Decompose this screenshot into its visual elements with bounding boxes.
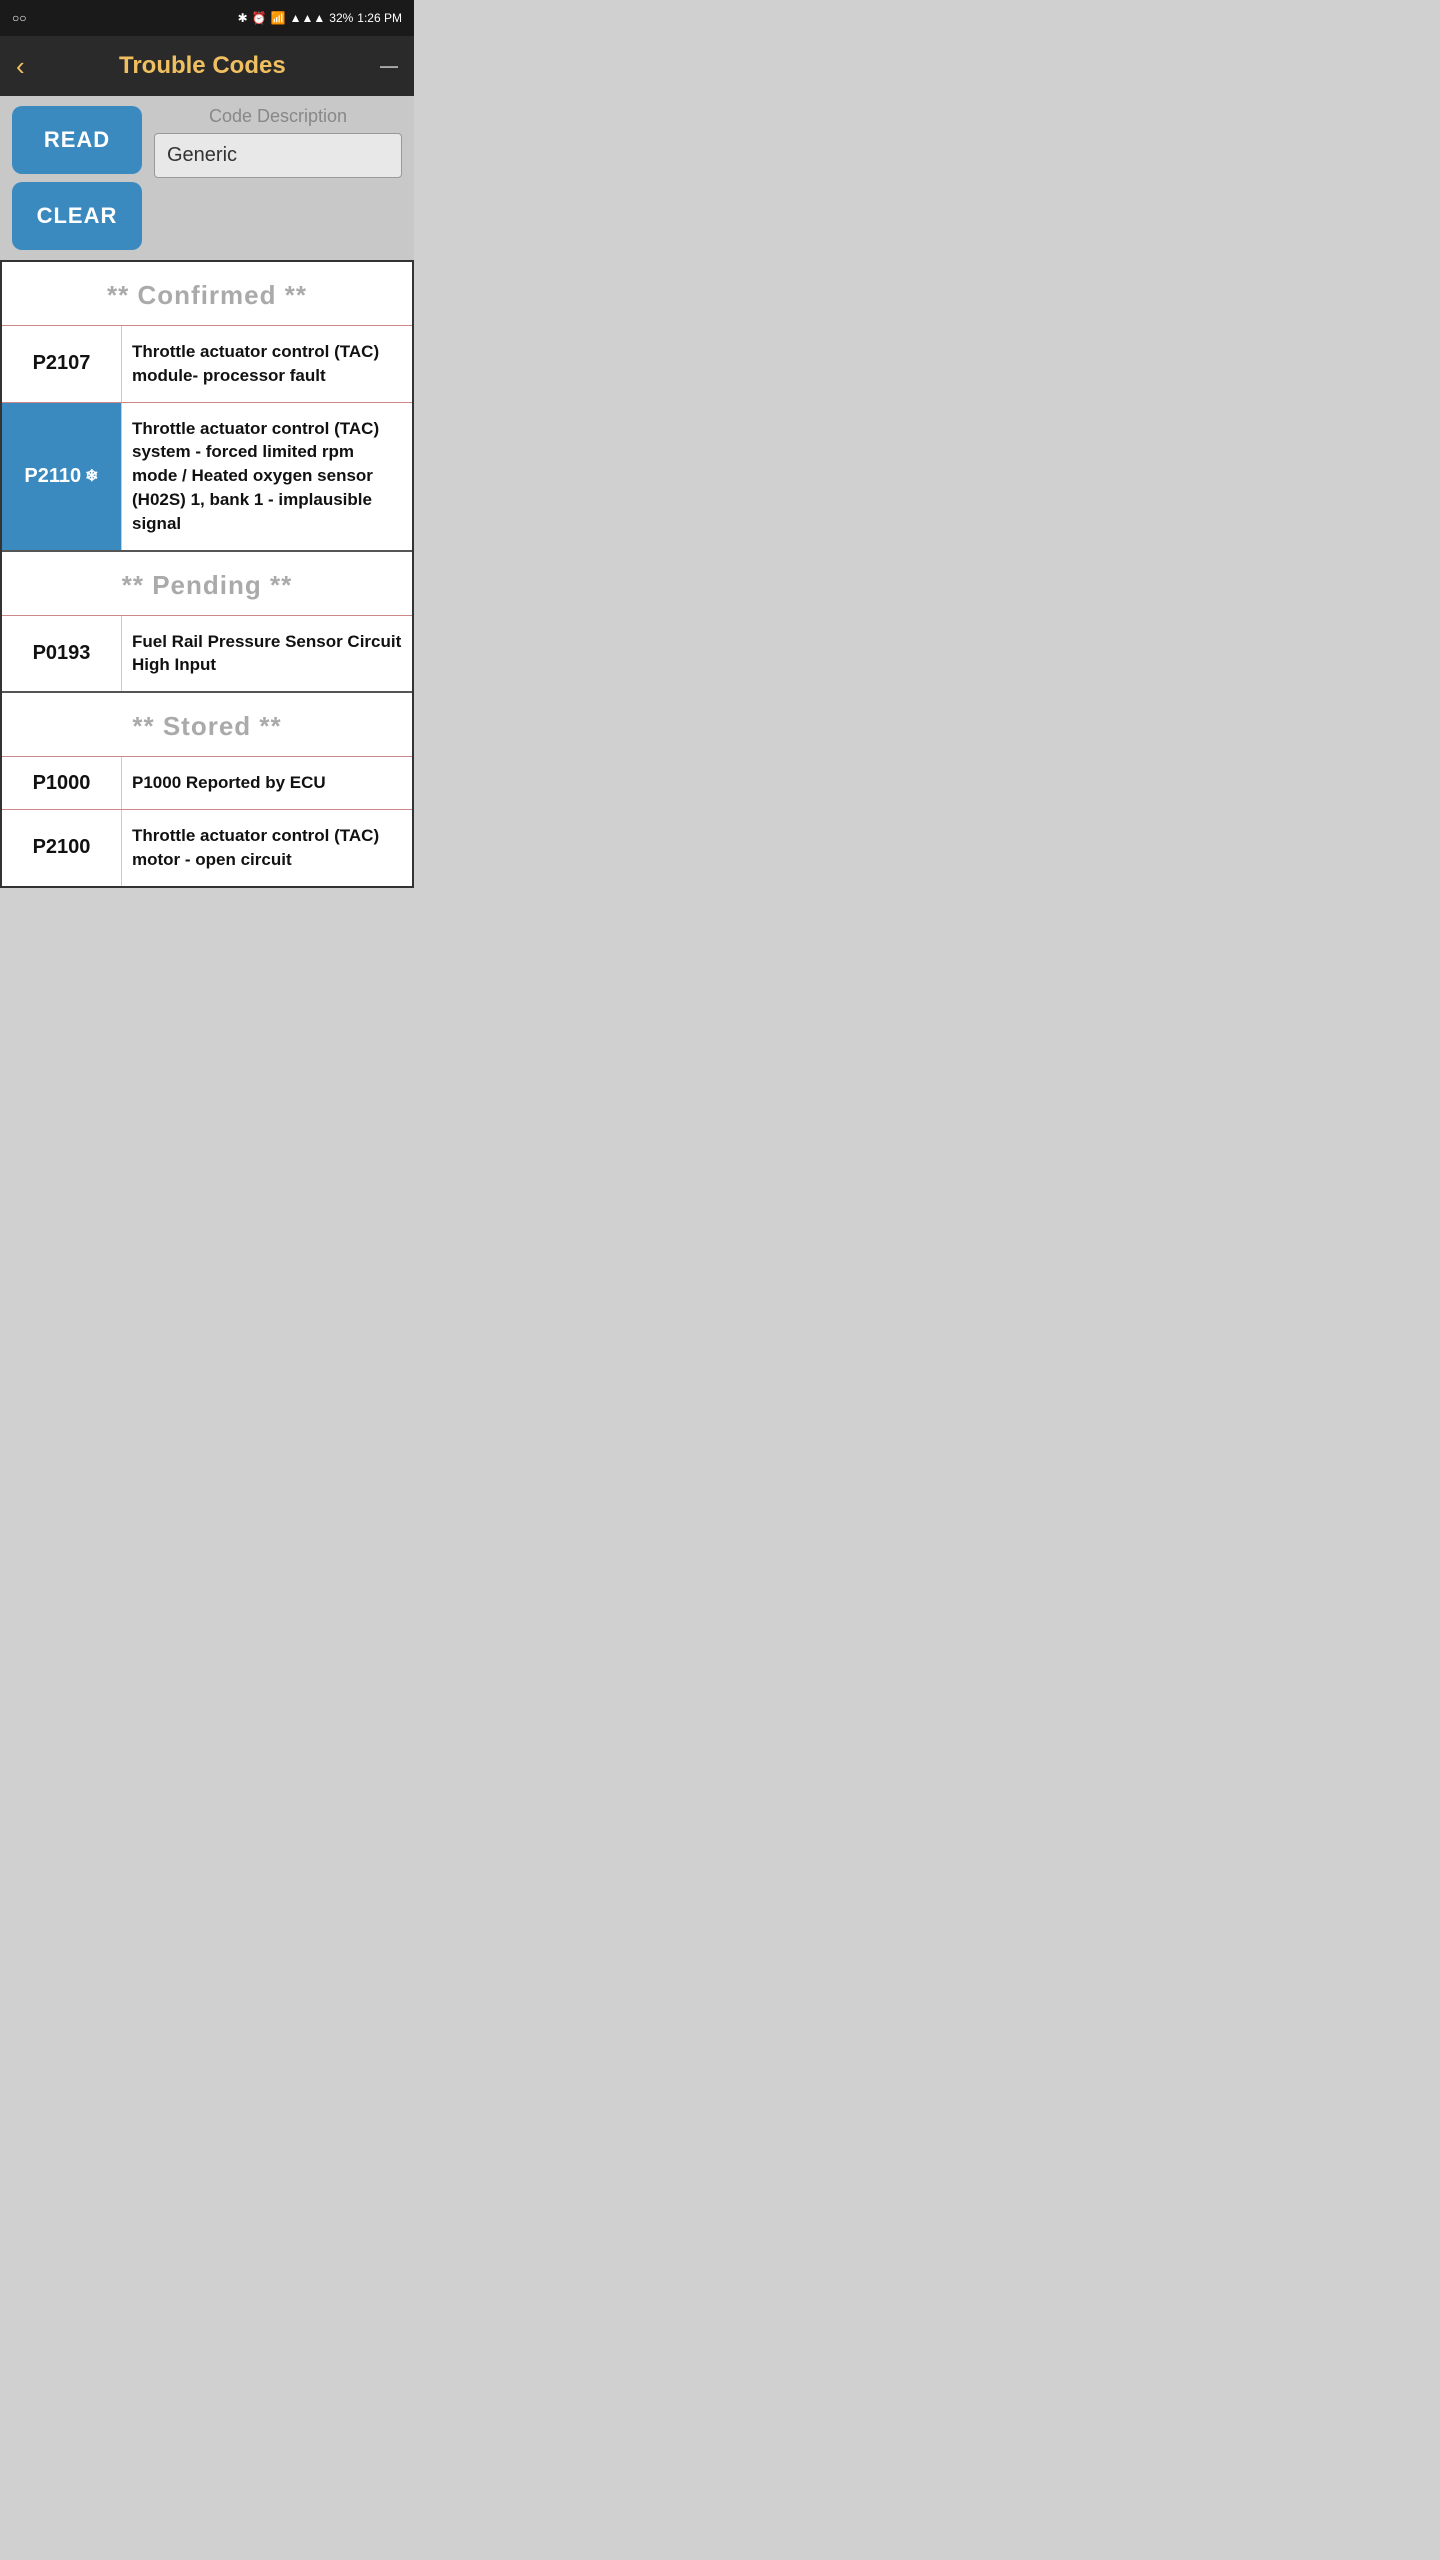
- table-row: P2110 ❄ Throttle actuator control (TAC) …: [2, 402, 412, 550]
- code-cell-p2107[interactable]: P2107: [2, 326, 122, 402]
- menu-button[interactable]: —: [380, 56, 398, 77]
- battery-level: 32%: [329, 11, 353, 25]
- code-description-label: Code Description: [154, 106, 402, 127]
- controls-area: READ CLEAR Code Description: [0, 96, 414, 260]
- trouble-codes-table: ** Confirmed ** P2107 Throttle actuator …: [0, 260, 414, 888]
- read-button[interactable]: READ: [12, 106, 142, 174]
- desc-cell-p2110: Throttle actuator control (TAC) system -…: [122, 403, 412, 550]
- code-cell-p2110[interactable]: P2110 ❄: [2, 403, 122, 550]
- bluetooth-icon: ✱: [238, 11, 248, 25]
- clock: 1:26 PM: [357, 11, 402, 25]
- confirmed-section-header: ** Confirmed **: [2, 262, 412, 325]
- status-right: ✱ ⏰ 📶 ▲▲▲ 32% 1:26 PM: [238, 11, 402, 25]
- desc-cell-p0193: Fuel Rail Pressure Sensor Circuit High I…: [122, 616, 412, 692]
- app-header: ‹ Trouble Codes —: [0, 36, 414, 96]
- clear-button[interactable]: CLEAR: [12, 182, 142, 250]
- table-row: P2107 Throttle actuator control (TAC) mo…: [2, 325, 412, 402]
- pending-section-header: ** Pending **: [2, 550, 412, 615]
- code-description-area: Code Description: [154, 106, 402, 178]
- table-row: P0193 Fuel Rail Pressure Sensor Circuit …: [2, 615, 412, 692]
- table-row: P2100 Throttle actuator control (TAC) mo…: [2, 809, 412, 886]
- back-button[interactable]: ‹: [16, 53, 25, 79]
- table-row: P1000 P1000 Reported by ECU: [2, 756, 412, 809]
- desc-cell-p1000: P1000 Reported by ECU: [122, 757, 412, 809]
- code-cell-p1000[interactable]: P1000: [2, 757, 122, 809]
- code-cell-p0193[interactable]: P0193: [2, 616, 122, 692]
- stored-section-header: ** Stored **: [2, 691, 412, 756]
- code-cell-p2100[interactable]: P2100: [2, 810, 122, 886]
- status-left: ○○: [12, 11, 27, 25]
- snowflake-icon: ❄: [85, 466, 98, 486]
- action-buttons: READ CLEAR: [12, 106, 142, 250]
- signal-icon: ▲▲▲: [290, 11, 326, 25]
- code-description-input[interactable]: [154, 133, 402, 178]
- page-title: Trouble Codes: [25, 52, 380, 80]
- desc-cell-p2100: Throttle actuator control (TAC) motor - …: [122, 810, 412, 886]
- desc-cell-p2107: Throttle actuator control (TAC) module- …: [122, 326, 412, 402]
- alarm-icon: ⏰: [252, 11, 267, 25]
- status-bar: ○○ ✱ ⏰ 📶 ▲▲▲ 32% 1:26 PM: [0, 0, 414, 36]
- wifi-icon: 📶: [271, 11, 286, 25]
